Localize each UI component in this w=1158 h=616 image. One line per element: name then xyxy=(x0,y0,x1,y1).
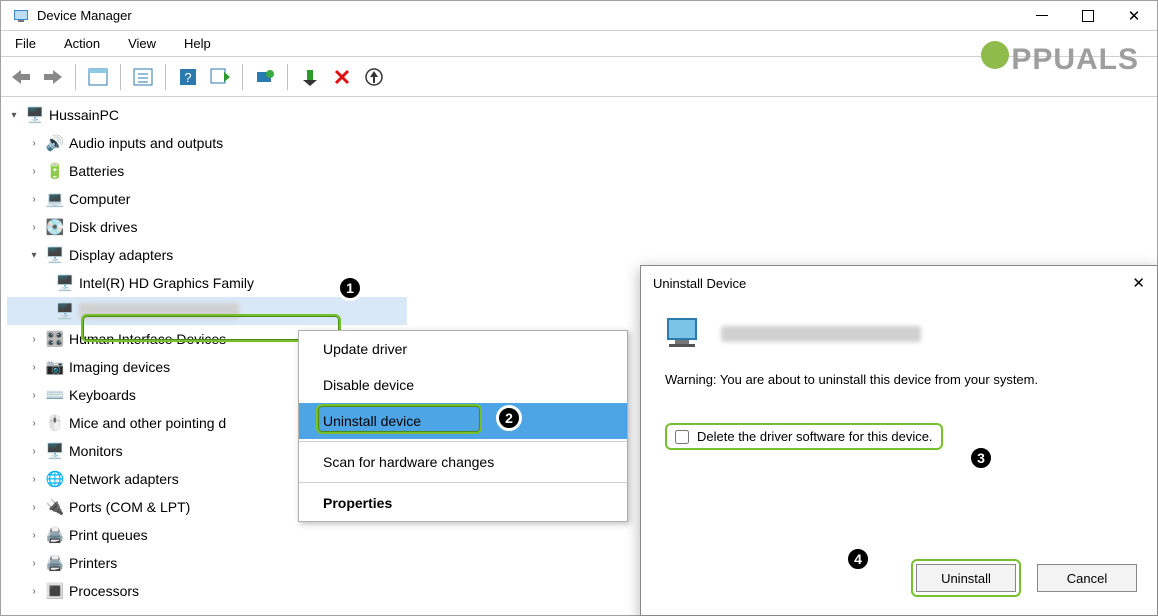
menu-action[interactable]: Action xyxy=(50,36,114,51)
menu-file[interactable]: File xyxy=(1,36,50,51)
scan-hardware-button[interactable] xyxy=(360,63,388,91)
menu-separator xyxy=(299,482,627,483)
printer-icon: 🖨️ xyxy=(45,554,65,572)
redacted-text xyxy=(79,303,239,319)
tree-root[interactable]: ▾🖥️HussainPC xyxy=(7,101,407,129)
tree-printers[interactable]: ›🖨️Printers xyxy=(7,549,407,577)
delete-driver-checkbox[interactable] xyxy=(675,430,689,444)
menu-view[interactable]: View xyxy=(114,36,170,51)
uninstall-button[interactable]: Uninstall xyxy=(916,564,1016,592)
show-hidden-button[interactable] xyxy=(84,63,112,91)
dialog-title-bar: Uninstall Device xyxy=(641,266,1157,300)
close-button[interactable] xyxy=(1111,1,1157,31)
uninstall-button-highlight: Uninstall xyxy=(911,559,1021,597)
network-icon: 🌐 xyxy=(45,470,65,488)
tree-selected-adapter[interactable]: 🖥️ xyxy=(7,297,407,325)
display-adapter-icon xyxy=(665,316,705,352)
battery-icon: 🔋 xyxy=(45,162,65,180)
back-button[interactable] xyxy=(7,63,35,91)
menu-scan-hardware[interactable]: Scan for hardware changes xyxy=(299,444,627,480)
svg-text:?: ? xyxy=(184,70,191,85)
tree-display[interactable]: ▾🖥️Display adapters xyxy=(7,241,407,269)
tree-audio[interactable]: ›🔊Audio inputs and outputs xyxy=(7,129,407,157)
minimize-button[interactable] xyxy=(1019,1,1065,31)
menu-uninstall-device[interactable]: Uninstall device xyxy=(299,403,627,439)
watermark: PPUALS xyxy=(981,41,1139,77)
uninstall-toolbar-button[interactable] xyxy=(328,63,356,91)
hid-icon: 🎛️ xyxy=(45,330,65,348)
context-menu: Update driver Disable device Uninstall d… xyxy=(298,330,628,522)
title-bar: Device Manager xyxy=(1,1,1157,31)
computer-icon: 🖥️ xyxy=(25,106,45,124)
menu-separator xyxy=(299,441,627,442)
menu-update-driver[interactable]: Update driver xyxy=(299,331,627,367)
logo-icon xyxy=(981,41,1009,69)
mouse-icon: 🖱️ xyxy=(45,414,65,432)
dialog-device-row xyxy=(665,316,1133,352)
tree-computer[interactable]: ›💻Computer xyxy=(7,185,407,213)
forward-button[interactable] xyxy=(39,63,67,91)
window-title: Device Manager xyxy=(37,8,132,23)
delete-driver-label: Delete the driver software for this devi… xyxy=(697,429,933,444)
printer-icon: 🖨️ xyxy=(45,526,65,544)
redacted-device-name xyxy=(721,326,921,342)
keyboard-icon: ⌨️ xyxy=(45,386,65,404)
menu-disable-device[interactable]: Disable device xyxy=(299,367,627,403)
maximize-button[interactable] xyxy=(1065,1,1111,31)
monitor-icon: 🖥️ xyxy=(45,442,65,460)
display-adapter-icon: 🖥️ xyxy=(55,302,75,320)
enable-button[interactable] xyxy=(296,63,324,91)
display-adapter-icon: 🖥️ xyxy=(45,246,65,264)
tree-batteries[interactable]: ›🔋Batteries xyxy=(7,157,407,185)
tree-printq[interactable]: ›🖨️Print queues xyxy=(7,521,407,549)
menu-help[interactable]: Help xyxy=(170,36,225,51)
annotation-badge-1: 1 xyxy=(337,275,363,301)
properties-button[interactable] xyxy=(129,63,157,91)
camera-icon: 📷 xyxy=(45,358,65,376)
tree-disk[interactable]: ›💽Disk drives xyxy=(7,213,407,241)
annotation-badge-4: 4 xyxy=(845,546,871,572)
disk-icon: 💽 xyxy=(45,218,65,236)
dialog-warning-text: Warning: You are about to uninstall this… xyxy=(665,372,1133,387)
port-icon: 🔌 xyxy=(45,498,65,516)
close-icon xyxy=(1128,7,1141,25)
dialog-title: Uninstall Device xyxy=(653,276,746,291)
scan-button[interactable] xyxy=(206,63,234,91)
cancel-button[interactable]: Cancel xyxy=(1037,564,1137,592)
tree-processors[interactable]: ›🔳Processors xyxy=(7,577,407,605)
uninstall-device-dialog: Uninstall Device Warning: You are about … xyxy=(640,265,1158,616)
device-manager-icon xyxy=(13,8,29,24)
dialog-close-button[interactable] xyxy=(1132,274,1145,292)
annotation-badge-2: 2 xyxy=(496,405,522,431)
cpu-icon: 🔳 xyxy=(45,582,65,600)
annotation-badge-3: 3 xyxy=(968,445,994,471)
speaker-icon: 🔊 xyxy=(45,134,65,152)
menu-properties[interactable]: Properties xyxy=(299,485,627,521)
display-adapter-icon: 🖥️ xyxy=(55,274,75,292)
update-driver-button[interactable] xyxy=(251,63,279,91)
tree-root-label: HussainPC xyxy=(49,107,119,123)
help-button[interactable]: ? xyxy=(174,63,202,91)
monitor-icon: 💻 xyxy=(45,190,65,208)
delete-driver-checkbox-row[interactable]: Delete the driver software for this devi… xyxy=(665,423,943,450)
